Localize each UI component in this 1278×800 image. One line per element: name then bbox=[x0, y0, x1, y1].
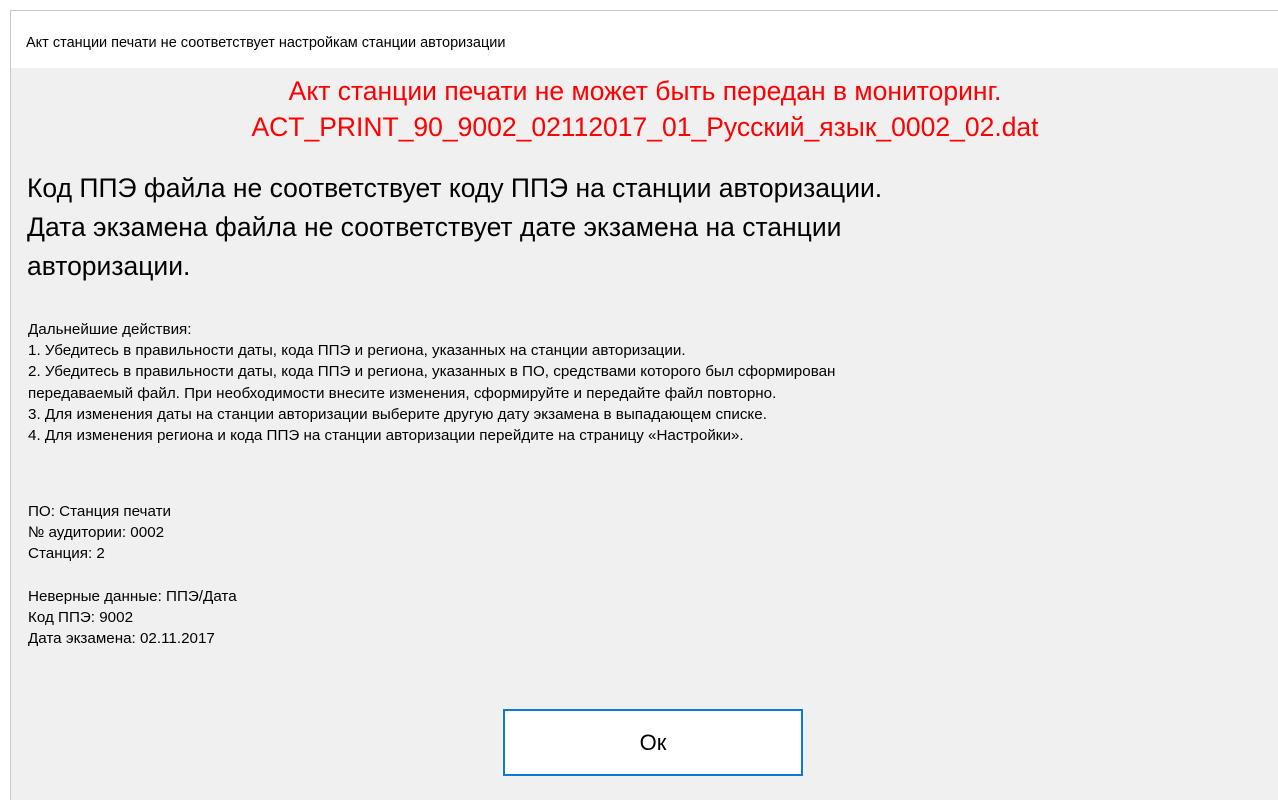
invalid-data-label: Неверные данные: ППЭ/Дата bbox=[28, 587, 237, 605]
ppe-code-mismatch-message: Код ППЭ файла не соответствует коду ППЭ … bbox=[27, 173, 883, 203]
details-block: ПО: Станция печати № аудитории: 0002 Ста… bbox=[28, 501, 237, 649]
ok-button[interactable]: Ок bbox=[503, 709, 803, 776]
next-step-item: 2. Убедитесь в правильности даты, кода П… bbox=[28, 363, 836, 381]
next-steps-heading: Дальнейшие действия: bbox=[28, 321, 192, 338]
next-step-item: передаваемый файл. При необходимости вне… bbox=[28, 384, 777, 402]
exam-date-mismatch-message: Дата экзамена файла не соответствует дат… bbox=[27, 212, 842, 242]
next-step-item: 3. Для изменения даты на станции авториз… bbox=[28, 405, 767, 423]
dialog-titlebar: Акт станции печати не соответствует наст… bbox=[11, 11, 1278, 68]
dialog-title: Акт станции печати не соответствует наст… bbox=[26, 35, 506, 51]
next-steps: Дальнейшие действия: 1. Убедитесь в прав… bbox=[28, 319, 1278, 446]
dialog-content: Акт станции печати не может быть передан… bbox=[11, 68, 1278, 800]
station-number-label: Станция: 2 bbox=[28, 545, 105, 563]
software-label: ПО: Станция печати bbox=[28, 503, 172, 520]
dialog-window: Акт станции печати не соответствует наст… bbox=[10, 10, 1278, 800]
next-step-item: 1. Убедитесь в правильности даты, кода П… bbox=[28, 342, 686, 360]
exam-date-mismatch-message-cont: авторизации. bbox=[27, 251, 191, 281]
exam-date-label: Дата экзамена: 02.11.2017 bbox=[28, 630, 215, 648]
error-filename: ACT_PRINT_90_9002_02112017_01_Русский_яз… bbox=[251, 112, 1039, 142]
ppe-code-label: Код ППЭ: 9002 bbox=[28, 609, 134, 626]
mismatch-messages: Код ППЭ файла не соответствует коду ППЭ … bbox=[27, 169, 1227, 286]
room-number-label: № аудитории: 0002 bbox=[28, 524, 165, 542]
error-heading: Акт станции печати не может быть передан… bbox=[288, 76, 1002, 106]
next-step-item: 4. Для изменения региона и кода ППЭ на с… bbox=[28, 427, 744, 445]
